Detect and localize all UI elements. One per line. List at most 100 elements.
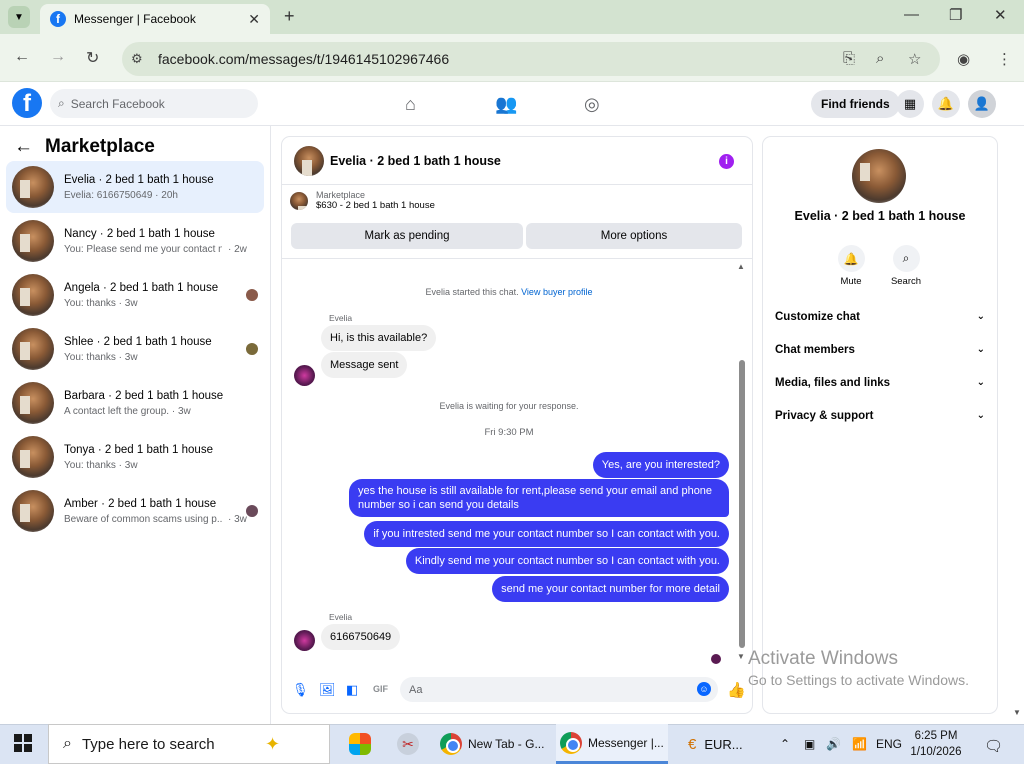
chat-scrollbar[interactable]: ▲ ▼ [737, 262, 747, 662]
clock-time: 6:25 PM [914, 730, 958, 742]
listing-thumbnail [290, 191, 308, 210]
waiting-notice: Evelia is waiting for your response. [439, 401, 579, 411]
conversation-tonya[interactable]: Tonya · 2 bed 1 bath 1 house You: thanks … [6, 431, 264, 483]
search-button[interactable]: ⌕ Search [881, 245, 931, 287]
message-bubble-incoming[interactable]: Message sent [321, 352, 408, 378]
chat-header[interactable]: Evelia · 2 bed 1 bath 1 house [282, 137, 752, 185]
browser-menu-icon[interactable]: ⋮ [997, 50, 1012, 68]
install-app-icon[interactable]: ⎘ [843, 50, 855, 67]
gif-icon[interactable]: GIF [373, 684, 388, 694]
facebook-search-input[interactable]: ⌕ Search Facebook [50, 89, 258, 118]
close-tab-icon[interactable]: ✕ [248, 11, 260, 28]
emoji-icon[interactable]: ☺ [697, 682, 711, 696]
conversation-angela[interactable]: Angela · 2 bed 1 bath 1 house You: thanks… [6, 269, 264, 321]
conversation-evelia[interactable]: Evelia · 2 bed 1 bath 1 house Evelia: 616… [6, 161, 264, 213]
message-input[interactable]: Aa [400, 677, 718, 702]
home-icon[interactable]: ⌂ [405, 94, 416, 115]
search-icon: ⌕ [58, 96, 65, 110]
marketplace-listing[interactable]: Marketplace $630 - 2 bed 1 bath 1 house [290, 190, 435, 211]
bookmark-star-icon[interactable]: ☆ [908, 50, 921, 68]
mark-as-pending-button[interactable]: Mark as pending [291, 223, 523, 249]
address-bar[interactable]: facebook.com/messages/t/1946145102967466 [122, 42, 940, 76]
menu-grid-icon[interactable]: ▦ [896, 90, 924, 118]
chat-members-item[interactable]: Chat members ⌄ [775, 344, 985, 356]
profile-icon[interactable]: ◉ [957, 50, 970, 68]
microphone-icon[interactable]: 🎙 [292, 682, 309, 698]
find-friends-button[interactable]: Find friends [811, 90, 900, 118]
listing-thumbnail [12, 436, 54, 478]
groups-icon[interactable]: ◎ [584, 94, 600, 115]
conversation-nancy[interactable]: Nancy · 2 bed 1 bath 1 house You: Please … [6, 215, 264, 267]
back-arrow-icon[interactable]: ← [14, 48, 30, 66]
sticker-icon[interactable]: ◧ [346, 682, 358, 698]
message-bubble-outgoing[interactable]: Kindly send me your contact number so I … [405, 548, 729, 574]
message-bubble-incoming[interactable]: 6166750649 [321, 624, 401, 650]
facebook-logo-icon[interactable]: f [12, 88, 42, 118]
page-scroll-down-arrow-icon[interactable]: ▼ [1013, 708, 1021, 717]
snipping-tool-icon[interactable]: ✂ [397, 733, 419, 755]
like-thumbs-up-icon[interactable]: 👍 [727, 681, 746, 699]
message-bubble-outgoing[interactable]: send me your contact number for more det… [492, 576, 729, 602]
conversation-shlee[interactable]: Shlee · 2 bed 1 bath 1 house You: thanks … [6, 323, 264, 375]
network-icon[interactable]: 📶 [852, 737, 867, 751]
taskbar-item-label: New Tab - G... [468, 737, 545, 751]
marketplace-label: Marketplace [316, 190, 366, 200]
copilot-icon[interactable] [349, 733, 371, 755]
browser-tab-messenger[interactable]: f Messenger | Facebook ✕ [40, 4, 270, 34]
scroll-up-arrow-icon[interactable]: ▲ [737, 262, 745, 271]
conversation-time: · 2w [228, 243, 247, 255]
mute-button[interactable]: 🔔 Mute [826, 245, 876, 287]
taskbar-eur-widget[interactable]: € EUR... [688, 724, 768, 764]
photo-icon[interactable]: 🖼 [319, 682, 336, 698]
reload-icon[interactable]: ↻ [86, 48, 99, 68]
media-files-links-item[interactable]: Media, files and links ⌄ [775, 377, 985, 389]
view-buyer-profile-link[interactable]: View buyer profile [521, 287, 592, 297]
sender-avatar[interactable] [294, 365, 315, 386]
listing-thumbnail [12, 490, 54, 532]
close-window-icon[interactable]: ✕ [994, 6, 1007, 24]
new-tab-plus-icon[interactable]: + [284, 6, 295, 27]
listing-thumbnail [12, 166, 54, 208]
site-info-icon[interactable]: ⚙ [131, 51, 143, 67]
info-icon[interactable]: i [719, 154, 734, 169]
chat-started-notice: Evelia started this chat. View buyer pro… [282, 287, 736, 297]
forward-arrow-icon[interactable]: → [50, 48, 66, 66]
message-bubble-incoming[interactable]: Hi, is this available? [321, 325, 437, 351]
tray-overflow-icon[interactable]: ⌃ [780, 737, 790, 751]
windows-start-icon[interactable] [14, 734, 32, 752]
conversation-barbara[interactable]: Barbara · 2 bed 1 bath 1 house A contact … [6, 377, 264, 429]
restore-icon[interactable]: ❐ [949, 6, 962, 24]
notifications-bell-icon[interactable]: 🔔 [932, 90, 960, 118]
message-bubble-outgoing[interactable]: Yes, are you interested? [592, 452, 729, 478]
minimize-icon[interactable]: — [904, 6, 919, 23]
back-arrow-icon[interactable]: ← [14, 136, 33, 158]
volume-icon[interactable]: 🔊 [826, 737, 841, 751]
zoom-icon[interactable]: ⌕ [876, 50, 884, 67]
scroll-down-arrow-icon[interactable]: ▼ [737, 652, 745, 661]
friends-icon[interactable]: 👥 [495, 94, 517, 115]
chat-details-panel [763, 137, 997, 713]
sender-avatar[interactable] [294, 630, 315, 651]
privacy-support-item[interactable]: Privacy & support ⌄ [775, 410, 985, 422]
taskbar-search-box[interactable]: ⌕ Type here to search ✦ [48, 724, 330, 764]
account-avatar-icon[interactable]: 👤 [968, 90, 996, 118]
search-icon: ⌕ [892, 245, 920, 272]
more-options-button[interactable]: More options [526, 223, 742, 249]
taskbar-item-label: EUR... [704, 736, 743, 752]
tab-search-chevron-icon[interactable]: ▼ [8, 6, 30, 28]
message-timestamp: Fri 9:30 PM [484, 427, 534, 438]
scrollbar-thumb[interactable] [739, 360, 745, 648]
meet-now-icon[interactable]: ▣ [804, 737, 815, 751]
taskbar-new-tab-chrome[interactable]: New Tab - G... [436, 724, 548, 764]
conversation-amber[interactable]: Amber · 2 bed 1 bath 1 house Beware of co… [6, 485, 264, 537]
customize-chat-item[interactable]: Customize chat ⌄ [775, 311, 985, 323]
language-indicator[interactable]: ENG [876, 737, 902, 751]
notification-center-icon[interactable]: 🗨 [984, 737, 1003, 755]
conversation-preview: You: thanks · 3w [64, 297, 138, 309]
chevron-down-icon: ⌄ [976, 377, 985, 388]
taskbar-clock[interactable]: 6:25 PM 1/10/2026 [906, 728, 966, 760]
message-bubble-outgoing[interactable]: if you intrested send me your contact nu… [364, 521, 729, 547]
message-bubble-outgoing[interactable]: yes the house is still available for ren… [349, 479, 729, 517]
taskbar-messenger-chrome[interactable]: Messenger |... [556, 724, 668, 764]
search-label: Search [890, 276, 922, 287]
